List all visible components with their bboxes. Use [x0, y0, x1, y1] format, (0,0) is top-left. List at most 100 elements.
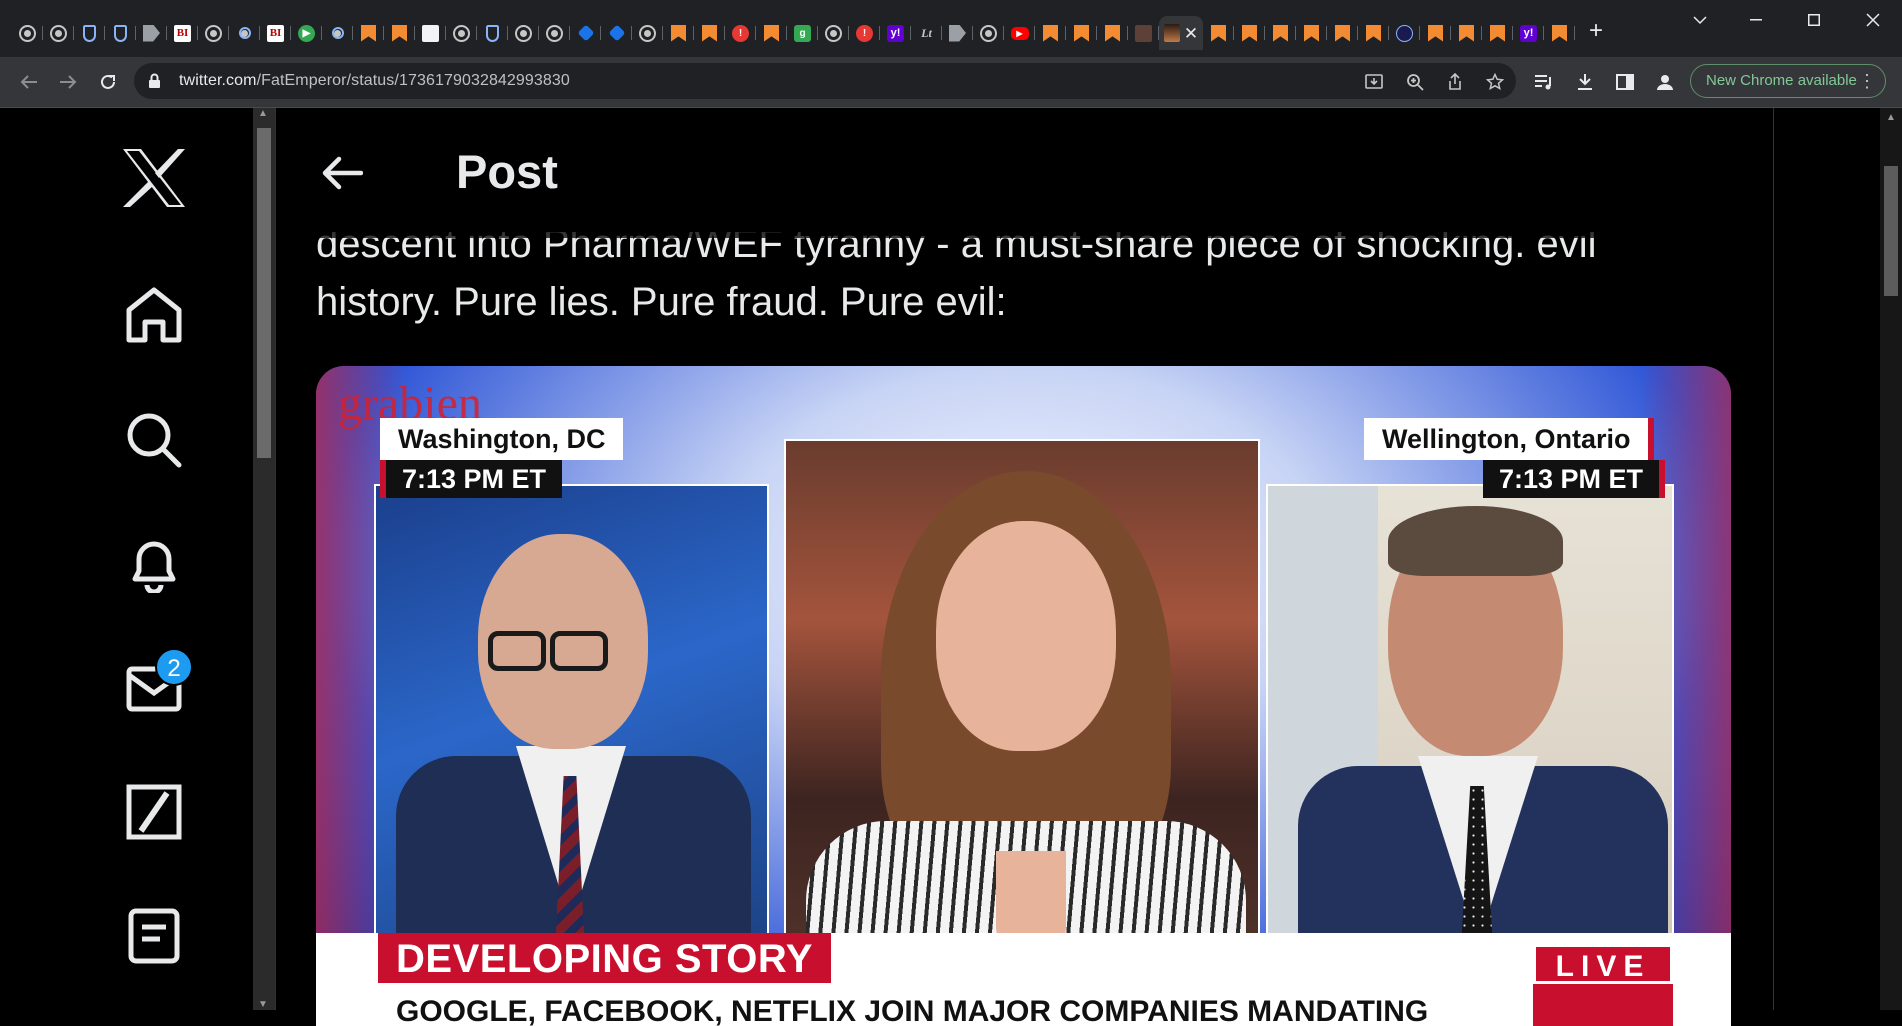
- browser-tab[interactable]: [1203, 16, 1234, 50]
- tab-strip: BI BI ▶! g! y! Lt ▶ ✕ y! +: [0, 0, 1902, 57]
- close-tab-icon[interactable]: ✕: [1184, 25, 1198, 42]
- bm-favicon-icon: [764, 24, 779, 42]
- scroll-up-arrow-icon[interactable]: ▲: [1886, 112, 1896, 123]
- browser-tab[interactable]: [632, 16, 663, 50]
- browser-tab[interactable]: [1451, 16, 1482, 50]
- forward-button[interactable]: [53, 67, 83, 97]
- browser-tab[interactable]: BI: [167, 16, 198, 50]
- downloads-button[interactable]: [1574, 71, 1596, 93]
- browser-tab[interactable]: [663, 16, 694, 50]
- page-scrollbar[interactable]: ▲: [1880, 108, 1902, 1010]
- arrow-left-icon: [20, 75, 37, 89]
- browser-tab[interactable]: y!: [880, 16, 911, 50]
- close-icon: [1866, 13, 1880, 27]
- browser-tab[interactable]: [942, 16, 973, 50]
- browser-tab[interactable]: [1358, 16, 1389, 50]
- nav-home[interactable]: [120, 281, 187, 348]
- scrollbar-thumb[interactable]: [1884, 166, 1898, 296]
- browser-tab[interactable]: !: [849, 16, 880, 50]
- nav-lists[interactable]: [120, 902, 187, 969]
- close-window-button[interactable]: [1845, 0, 1901, 40]
- browser-tab[interactable]: [43, 16, 74, 50]
- browser-tab[interactable]: [1128, 16, 1159, 50]
- bookmark-star-button[interactable]: [1484, 71, 1506, 93]
- browser-tab[interactable]: ▶: [1004, 16, 1035, 50]
- reload-button[interactable]: [93, 67, 123, 97]
- profile-button[interactable]: [1654, 71, 1676, 93]
- browser-tab[interactable]: [973, 16, 1004, 50]
- bm-favicon-icon: [1043, 24, 1058, 42]
- maximize-icon: [1808, 14, 1820, 26]
- browser-tab[interactable]: BI: [260, 16, 291, 50]
- back-button[interactable]: [14, 67, 44, 97]
- browser-tab[interactable]: [694, 16, 725, 50]
- zoom-icon: [1407, 74, 1424, 91]
- browser-tab[interactable]: [1035, 16, 1066, 50]
- scroll-up-arrow-icon[interactable]: ▲: [258, 108, 268, 119]
- browser-tab[interactable]: [105, 16, 136, 50]
- img-favicon-icon: [1135, 24, 1152, 42]
- scrollbar-thumb[interactable]: [257, 128, 271, 458]
- browser-tab[interactable]: Lt: [911, 16, 942, 50]
- browser-tab[interactable]: !: [725, 16, 756, 50]
- sidebar-scrollbar[interactable]: ▲ ▼: [253, 108, 275, 1010]
- url-text[interactable]: twitter.com/FatEmperor/status/1736179032…: [179, 72, 570, 90]
- browser-tab[interactable]: [756, 16, 787, 50]
- browser-tab[interactable]: [818, 16, 849, 50]
- browser-tab[interactable]: [353, 16, 384, 50]
- browser-tab[interactable]: [1066, 16, 1097, 50]
- browser-tab[interactable]: g: [787, 16, 818, 50]
- tab-search-button[interactable]: [1672, 0, 1728, 40]
- browser-tab[interactable]: [12, 16, 43, 50]
- browser-tab[interactable]: [508, 16, 539, 50]
- more-vert-icon[interactable]: ⋮: [1858, 65, 1876, 97]
- zoom-button[interactable]: [1404, 71, 1426, 93]
- browser-tab[interactable]: [74, 16, 105, 50]
- browser-tab[interactable]: [1265, 16, 1296, 50]
- browser-tab[interactable]: [570, 16, 601, 50]
- active-tab[interactable]: ✕: [1159, 16, 1203, 50]
- browser-tab[interactable]: [198, 16, 229, 50]
- browser-tab[interactable]: [136, 16, 167, 50]
- x-logo-link[interactable]: [120, 144, 187, 211]
- browser-tab[interactable]: [1420, 16, 1451, 50]
- browser-tab[interactable]: [415, 16, 446, 50]
- nav-explore[interactable]: [120, 406, 187, 473]
- share-button[interactable]: [1444, 71, 1466, 93]
- media-controls-button[interactable]: [1533, 71, 1555, 93]
- browser-tab[interactable]: ▶: [291, 16, 322, 50]
- browser-tab[interactable]: [229, 16, 260, 50]
- browser-tab[interactable]: [1544, 16, 1575, 50]
- yt-favicon-icon: ▶: [1010, 26, 1029, 40]
- browser-tab[interactable]: [384, 16, 415, 50]
- browser-tab[interactable]: [1482, 16, 1513, 50]
- browser-tab[interactable]: [1234, 16, 1265, 50]
- new-tab-button[interactable]: +: [1582, 18, 1610, 46]
- update-chrome-button[interactable]: New Chrome available ⋮: [1690, 64, 1886, 98]
- side-panel-button[interactable]: [1614, 71, 1636, 93]
- lock-icon[interactable]: [148, 73, 161, 94]
- install-app-button[interactable]: [1363, 71, 1385, 93]
- url-host: twitter.com: [179, 72, 257, 89]
- nav-notifications[interactable]: [120, 530, 187, 597]
- browser-tab[interactable]: [477, 16, 508, 50]
- browser-tab[interactable]: [1327, 16, 1358, 50]
- browser-tab[interactable]: y!: [1513, 16, 1544, 50]
- news-ticker: GOOGLE, FACEBOOK, NETFLIX JOIN MAJOR COM…: [378, 984, 1546, 1026]
- browser-tab[interactable]: [446, 16, 477, 50]
- browser-tab[interactable]: [1296, 16, 1327, 50]
- browser-tab[interactable]: [1389, 16, 1420, 50]
- globe-favicon-icon: [980, 24, 997, 42]
- browser-tab[interactable]: [322, 16, 353, 50]
- page-title: Post: [456, 145, 558, 198]
- yahoo-favicon-icon: y!: [887, 24, 904, 42]
- nav-grok[interactable]: [120, 778, 187, 845]
- maximize-button[interactable]: [1786, 0, 1842, 40]
- minimize-button[interactable]: [1728, 0, 1784, 40]
- tweet-video[interactable]: grabien Washington, DC 7:13 PM ET Wellin…: [316, 366, 1731, 1026]
- browser-tab[interactable]: [539, 16, 570, 50]
- back-button[interactable]: [312, 148, 372, 198]
- scroll-down-arrow-icon[interactable]: ▼: [258, 999, 268, 1010]
- browser-tab[interactable]: [1097, 16, 1128, 50]
- browser-tab[interactable]: [601, 16, 632, 50]
